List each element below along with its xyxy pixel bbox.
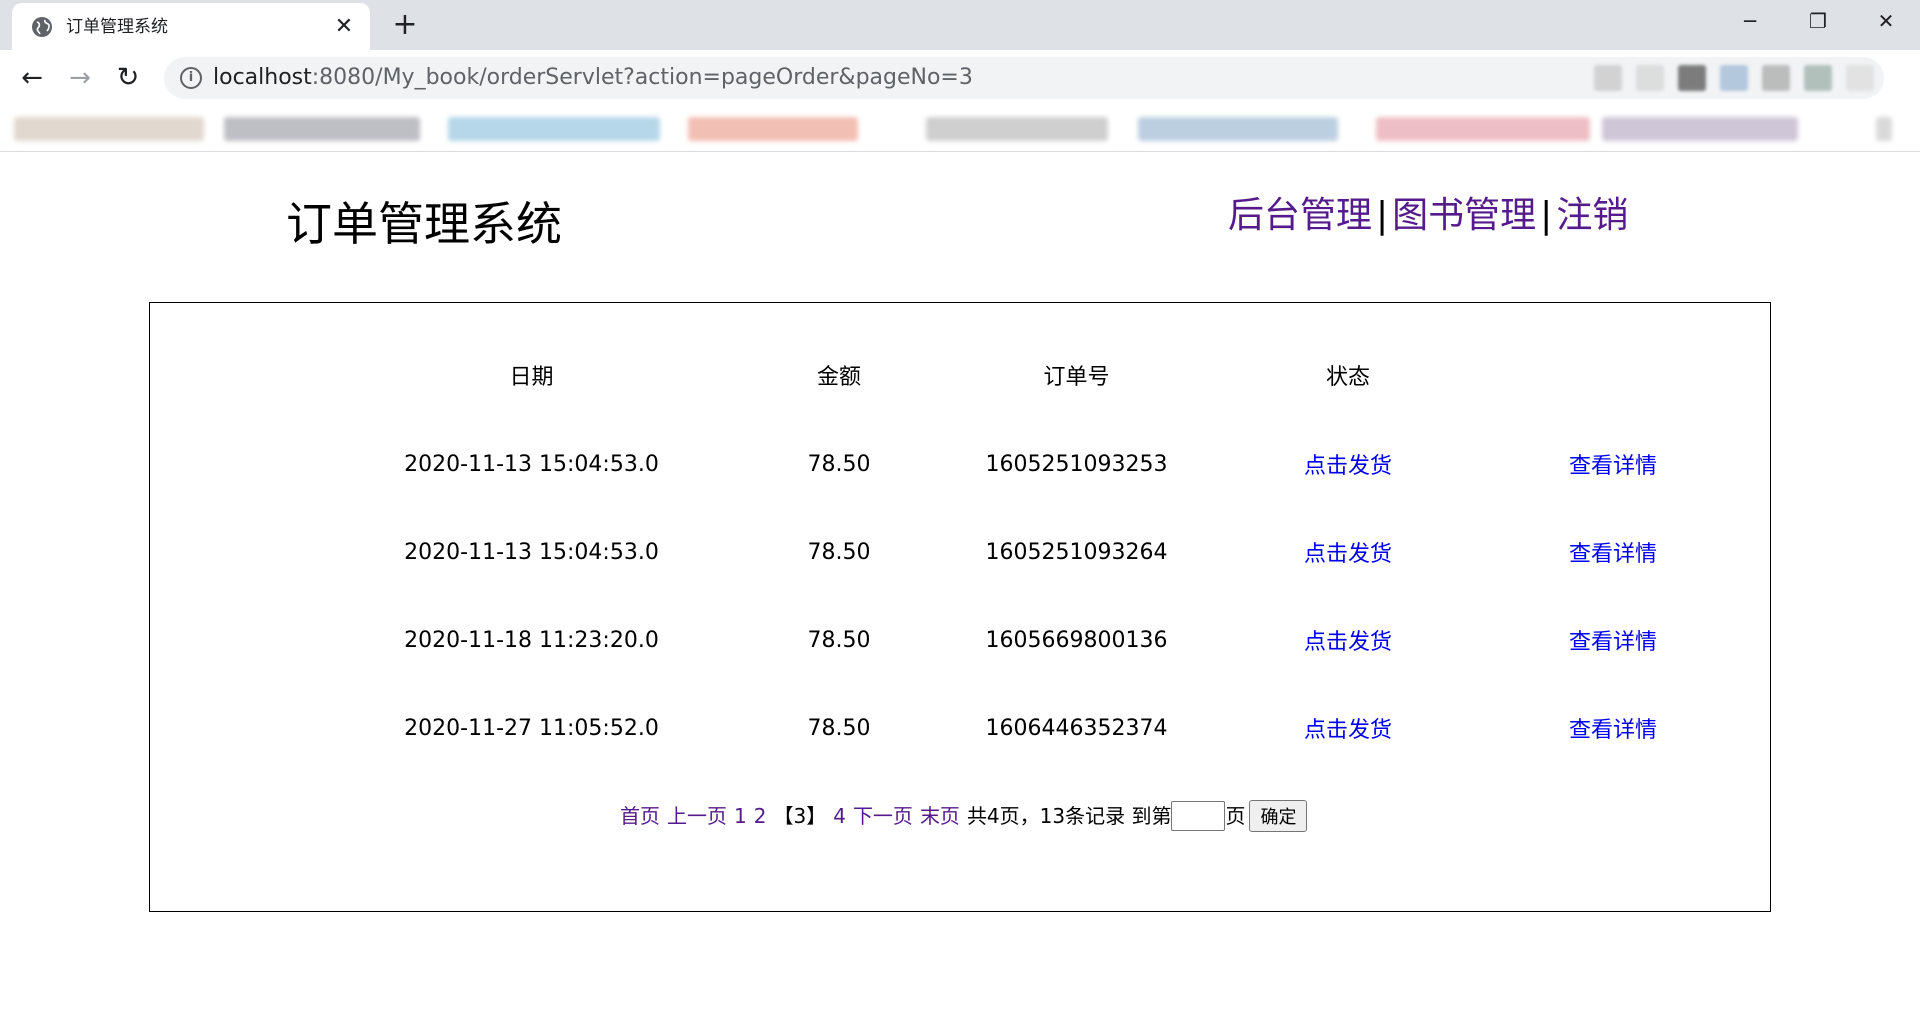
ship-order-link[interactable]: 点击发货 [1304,630,1392,655]
reload-icon[interactable]: ↻ [110,60,146,96]
order-number: 1606446352374 [985,715,1168,741]
url-path: :8080/My_book/orderServlet?action=pageOr… [311,65,973,90]
order-amount: 78.50 [807,715,871,741]
view-details-link[interactable]: 查看详情 [1569,542,1657,567]
nav-separator: | [1376,195,1389,236]
page-suffix: 页 [1225,804,1246,828]
book-management-link[interactable]: 图书管理 [1392,195,1536,236]
column-header-amount: 金额 [816,365,861,390]
extension-icon[interactable] [1846,65,1874,91]
logout-link[interactable]: 注销 [1556,195,1628,236]
globe-icon [32,17,52,37]
next-page-link[interactable]: 下一页 [853,797,913,835]
header-nav: 后台管理 | 图书管理 | 注销 [1228,190,1628,242]
order-status-cell: 点击发货 [1178,420,1518,508]
order-number: 1605251093264 [985,539,1168,565]
bookmark-item[interactable] [1602,117,1798,141]
close-window-button[interactable]: ✕ [1852,0,1920,44]
column-header-actions [1518,330,1708,420]
prev-page-link[interactable]: 上一页 [667,797,727,835]
order-status-cell: 点击发货 [1178,684,1518,772]
back-arrow-icon[interactable]: ← [14,60,50,96]
table-row: 2020-11-13 15:04:53.0 78.50 160525109325… [360,420,1708,508]
url-text[interactable]: localhost:8080/My_book/orderServlet?acti… [213,66,973,90]
bookmark-item[interactable] [1376,117,1590,141]
page-link-2[interactable]: 2 [754,797,767,835]
address-bar[interactable]: i localhost:8080/My_book/orderServlet?ac… [164,57,1884,99]
order-number: 1605669800136 [985,627,1168,653]
bookmark-item[interactable] [448,117,660,141]
bookmark-item[interactable] [224,117,420,141]
order-date: 2020-11-13 15:04:53.0 [404,539,659,565]
ship-order-link[interactable]: 点击发货 [1304,542,1392,567]
bookmark-item[interactable] [1138,117,1338,141]
bookmarks-bar [0,106,1920,152]
tab-title: 订单管理系统 [66,17,168,37]
orders-table: 日期 金额 订单号 状态 2020-11-13 15:04:53.0 78.50… [360,330,1708,772]
browser-tabstrip: 订单管理系统 ✕ + ─ ❐ ✕ [0,0,1920,50]
ship-order-link[interactable]: 点击发货 [1304,454,1392,479]
close-tab-icon[interactable]: ✕ [330,13,358,41]
last-page-link[interactable]: 末页 [920,797,960,835]
page-link-4[interactable]: 4 [833,797,846,835]
page-title: 订单管理系统 [286,197,562,251]
url-host: localhost [213,65,312,90]
forward-arrow-icon[interactable]: → [62,60,98,96]
table-row: 2020-11-27 11:05:52.0 78.50 160644635237… [360,684,1708,772]
extension-icons [1594,65,1874,91]
minimize-window-button[interactable]: ─ [1716,0,1784,44]
extension-icon[interactable] [1804,65,1832,91]
browser-tab[interactable]: 订单管理系统 ✕ [12,3,370,50]
order-amount: 78.50 [807,627,871,653]
bookmark-item[interactable] [14,117,204,141]
ship-order-link[interactable]: 点击发货 [1304,718,1392,743]
extension-icon[interactable] [1636,65,1664,91]
extension-icon[interactable] [1720,65,1748,91]
order-number: 1605251093253 [985,451,1168,477]
order-status-cell: 点击发货 [1178,596,1518,684]
goto-page-input[interactable] [1171,801,1226,831]
pagination: 首页 上一页 1 2 【3】 4 下一页 末页 共4页，13条记录 到第 页 确… [620,797,1308,835]
column-header-order-no: 订单号 [1043,365,1110,390]
browser-toolbar: ← → ↻ i localhost:8080/My_book/orderServ… [0,50,1920,106]
new-tab-button[interactable]: + [388,9,422,43]
order-date: 2020-11-18 11:23:20.0 [404,627,659,653]
column-header-date: 日期 [509,365,554,390]
order-amount: 78.50 [807,539,871,565]
bookmark-item[interactable] [926,117,1108,141]
order-amount: 78.50 [807,451,871,477]
bookmark-item[interactable] [1876,117,1892,141]
order-status-cell: 点击发货 [1178,508,1518,596]
restore-window-button[interactable]: ❐ [1784,0,1852,44]
page-summary: 共4页，13条记录 到第 [966,804,1172,828]
bookmark-item[interactable] [688,117,858,141]
table-header-row: 日期 金额 订单号 状态 [360,330,1708,420]
order-date: 2020-11-13 15:04:53.0 [404,451,659,477]
nav-separator: | [1540,195,1553,236]
order-date: 2020-11-27 11:05:52.0 [404,715,659,741]
current-page: 【3】 [773,804,827,828]
view-details-link[interactable]: 查看详情 [1569,630,1657,655]
order-actions-cell: 查看详情 [1518,684,1708,772]
page-link-1[interactable]: 1 [734,797,747,835]
column-header-status: 状态 [1325,365,1370,390]
table-row: 2020-11-13 15:04:53.0 78.50 160525109326… [360,508,1708,596]
first-page-link[interactable]: 首页 [620,797,660,835]
extension-icon[interactable] [1762,65,1790,91]
extension-icon[interactable] [1594,65,1622,91]
view-details-link[interactable]: 查看详情 [1569,454,1657,479]
site-info-icon[interactable]: i [180,67,202,89]
confirm-button[interactable]: 确定 [1249,800,1308,832]
view-details-link[interactable]: 查看详情 [1569,718,1657,743]
order-actions-cell: 查看详情 [1518,596,1708,684]
extension-icon[interactable] [1678,65,1706,91]
order-actions-cell: 查看详情 [1518,508,1708,596]
table-row: 2020-11-18 11:23:20.0 78.50 160566980013… [360,596,1708,684]
admin-link[interactable]: 后台管理 [1228,195,1372,236]
order-actions-cell: 查看详情 [1518,420,1708,508]
